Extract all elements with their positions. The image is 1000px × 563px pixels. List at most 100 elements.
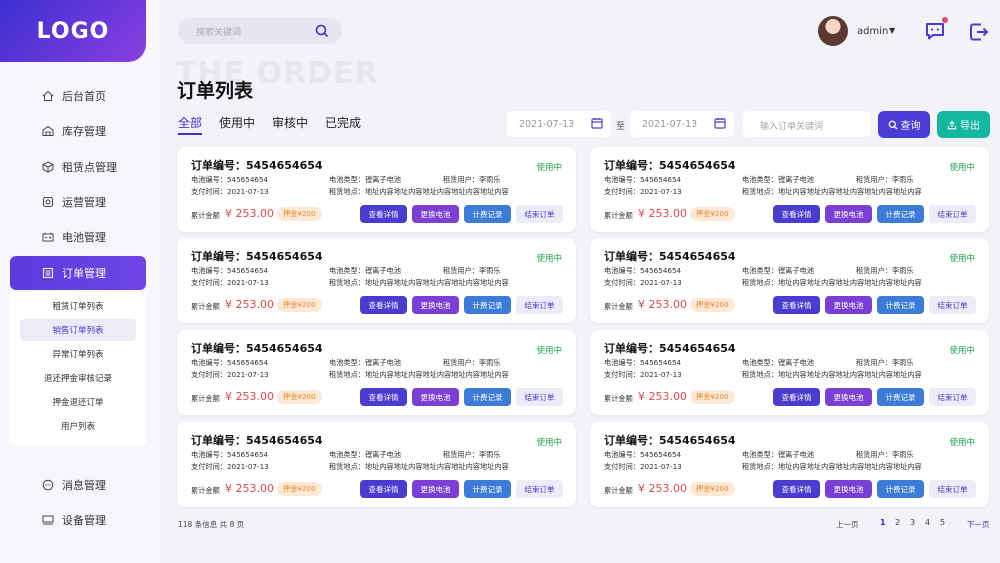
replace-battery-button[interactable]: 更换电池 — [825, 480, 872, 498]
order-number-value: 5454654654 — [659, 250, 736, 263]
rent-user-label: 租赁用户： — [856, 450, 892, 459]
end-order-button[interactable]: 结束订单 — [516, 480, 563, 498]
submenu-item-deposit-refund-orders[interactable]: 押金退还订单 — [20, 391, 136, 413]
battery-number-value: 545654654 — [639, 450, 682, 459]
view-details-button[interactable]: 查看详情 — [360, 480, 407, 498]
page-button-5[interactable]: 5 — [940, 518, 945, 527]
end-order-button[interactable]: 结束订单 — [516, 296, 563, 314]
end-order-button[interactable]: 结束订单 — [929, 296, 976, 314]
date-separator: 至 — [616, 122, 626, 132]
tab-all[interactable]: 全部 — [178, 114, 202, 131]
sidebar-item-label: 订单管理 — [62, 267, 106, 280]
view-details-button[interactable]: 查看详情 — [360, 205, 407, 223]
page-button-1[interactable]: 1 — [880, 518, 886, 527]
order-keyword-input[interactable]: 输入订单关键词 — [743, 111, 871, 137]
submenu-item-abnormal-orders[interactable]: 异常订单列表 — [20, 343, 136, 365]
replace-battery-button[interactable]: 更换电池 — [412, 296, 459, 314]
sidebar-item-label: 电池管理 — [62, 231, 106, 244]
sidebar-item-battery[interactable]: 电池管理 — [10, 220, 146, 254]
billing-records-button[interactable]: 计费记录 — [464, 388, 511, 406]
order-number-label: 订单编号： — [604, 250, 659, 263]
submenu-item-rental-orders[interactable]: 租赁订单列表 — [20, 295, 136, 317]
view-details-button[interactable]: 查看详情 — [773, 480, 820, 498]
battery-type: 电池类型：镗离子电池 — [329, 450, 401, 460]
replace-battery-button[interactable]: 更换电池 — [412, 480, 459, 498]
search-input[interactable]: 搜索关键词 — [178, 18, 342, 44]
sidebar-item-devices[interactable]: 设备管理 — [10, 503, 146, 537]
order-keyword-placeholder: 输入订单关键词 — [760, 122, 824, 132]
replace-battery-button[interactable]: 更换电池 — [412, 205, 459, 223]
total-amount: ¥ 253.00 — [638, 207, 687, 220]
replace-battery-button[interactable]: 更换电池 — [412, 388, 459, 406]
sidebar-item-orders[interactable]: 订单管理 — [10, 256, 146, 290]
view-details-button[interactable]: 查看详情 — [773, 388, 820, 406]
tab-reviewing[interactable]: 审核中 — [272, 114, 308, 131]
billing-records-button[interactable]: 计费记录 — [877, 296, 924, 314]
end-order-button[interactable]: 结束订单 — [929, 205, 976, 223]
replace-battery-button[interactable]: 更换电池 — [825, 388, 872, 406]
sidebar-item-messages[interactable]: 消息管理 — [10, 468, 146, 502]
replace-battery-button[interactable]: 更换电池 — [825, 205, 872, 223]
prev-page-button[interactable]: 上一页 — [836, 519, 859, 530]
order-status: 使用中 — [536, 438, 562, 448]
submenu-item-sales-orders[interactable]: 销售订单列表 — [20, 319, 136, 341]
billing-records-button[interactable]: 计费记录 — [877, 205, 924, 223]
battery-type: 电池类型：镗离子电池 — [742, 175, 814, 185]
submenu-item-users[interactable]: 用户列表 — [20, 415, 136, 437]
calendar-icon — [714, 118, 726, 129]
tab-completed[interactable]: 已完成 — [325, 114, 361, 131]
chevron-down-icon[interactable]: ▼ — [889, 26, 895, 35]
query-button[interactable]: 查询 — [878, 111, 930, 138]
battery-type-value: 镗离子电池 — [777, 266, 814, 275]
battery-type: 电池类型：镗离子电池 — [742, 358, 814, 368]
order-card: 订单编号：5454654654 使用中 电池编号：545654654 支付时间：202… — [177, 422, 576, 507]
view-details-button[interactable]: 查看详情 — [773, 296, 820, 314]
sidebar-item-inventory[interactable]: 库存管理 — [10, 114, 146, 148]
view-details-button[interactable]: 查看详情 — [773, 205, 820, 223]
order-number: 订单编号：5454654654 — [604, 340, 736, 356]
submenu-item-deposit-refund-review[interactable]: 退还押金审核记录 — [20, 367, 136, 389]
page-button-2[interactable]: 2 — [895, 518, 900, 527]
deposit-badge: 押金¥200 — [277, 390, 322, 404]
billing-records-button[interactable]: 计费记录 — [464, 205, 511, 223]
sidebar-item-home[interactable]: 后台首页 — [10, 79, 146, 113]
billing-records-button[interactable]: 计费记录 — [877, 480, 924, 498]
end-order-button[interactable]: 结束订单 — [929, 388, 976, 406]
export-icon — [947, 120, 957, 129]
app-logo[interactable]: LOGO — [0, 0, 146, 62]
replace-battery-button[interactable]: 更换电池 — [825, 296, 872, 314]
date-from-field[interactable]: 2021-07-13 — [507, 111, 611, 137]
page-button-3[interactable]: 3 — [910, 518, 915, 527]
logout-icon[interactable] — [968, 21, 990, 43]
end-order-button[interactable]: 结束订单 — [516, 205, 563, 223]
sidebar-item-rental-points[interactable]: 租赁点管理 — [10, 150, 146, 184]
rent-user-value: 李雨乐 — [478, 450, 501, 459]
page-button-4[interactable]: 4 — [925, 518, 930, 527]
sidebar-item-operations[interactable]: 运营管理 — [10, 185, 146, 219]
date-to-field[interactable]: 2021-07-13 — [630, 111, 734, 137]
billing-records-button[interactable]: 计费记录 — [877, 388, 924, 406]
order-number-value: 5454654654 — [246, 434, 323, 447]
view-details-button[interactable]: 查看详情 — [360, 296, 407, 314]
export-button[interactable]: 导出 — [937, 111, 990, 138]
user-name[interactable]: admin — [857, 26, 888, 37]
box-icon — [42, 161, 54, 173]
pay-time-label: 支付时间： — [191, 278, 227, 287]
search-placeholder: 搜索关键词 — [196, 28, 242, 38]
chat-icon[interactable] — [924, 21, 946, 41]
next-page-button[interactable]: 下一页 — [967, 519, 990, 530]
billing-records-button[interactable]: 计费记录 — [464, 296, 511, 314]
end-order-button[interactable]: 结束订单 — [929, 480, 976, 498]
order-number-value: 5454654654 — [246, 159, 323, 172]
total-amount-label: 累计金额 — [604, 211, 633, 220]
view-details-button[interactable]: 查看详情 — [360, 388, 407, 406]
battery-number: 电池编号：545654654 — [191, 266, 268, 276]
search-icon[interactable] — [314, 23, 330, 39]
tab-in-use[interactable]: 使用中 — [219, 114, 255, 131]
avatar[interactable] — [818, 16, 848, 46]
sidebar-item-label: 消息管理 — [62, 479, 106, 492]
end-order-button[interactable]: 结束订单 — [516, 388, 563, 406]
billing-records-button[interactable]: 计费记录 — [464, 480, 511, 498]
battery-type-label: 电池类型： — [329, 175, 365, 184]
total-amount-label: 累计金额 — [604, 394, 633, 403]
